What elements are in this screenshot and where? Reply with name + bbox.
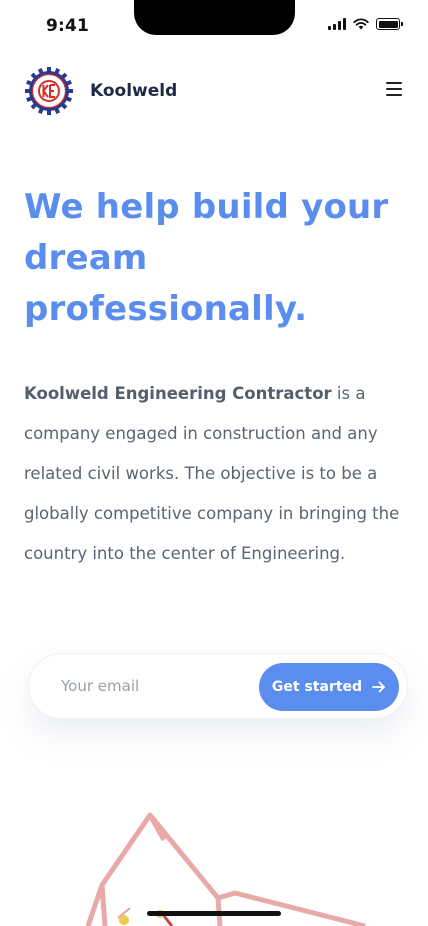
email-signup-form: Get started <box>28 653 408 719</box>
device-notch <box>134 0 295 35</box>
cellular-signal-icon <box>328 18 346 30</box>
wifi-icon <box>353 18 369 30</box>
email-input[interactable] <box>61 677 261 695</box>
hamburger-menu-icon[interactable] <box>386 82 402 98</box>
hero-title-line-1: We help build your <box>24 187 389 227</box>
company-name: Koolweld Engineering Contractor <box>24 384 332 403</box>
brand-name[interactable]: Koolweld <box>90 81 177 101</box>
koolweld-logo-icon[interactable] <box>24 66 74 116</box>
house-frame-illustration <box>85 812 366 926</box>
status-time: 9:41 <box>46 16 90 36</box>
header: Koolweld <box>24 66 404 116</box>
hero-title-line-2: dream <box>24 238 148 278</box>
get-started-label: Get started <box>271 679 363 695</box>
home-indicator <box>147 911 281 916</box>
battery-icon <box>376 18 403 30</box>
hero-description: Koolweld Engineering Contractor is a com… <box>24 374 409 574</box>
description-text: is a company engaged in construction and… <box>24 384 400 563</box>
hero-title: We help build your dream professionally. <box>24 182 404 335</box>
get-started-button[interactable]: Get started <box>259 663 399 711</box>
status-icons <box>328 18 403 30</box>
arrow-right-icon <box>372 681 385 693</box>
hero-title-line-3: professionally. <box>24 289 308 329</box>
status-bar: 9:41 <box>0 0 428 50</box>
